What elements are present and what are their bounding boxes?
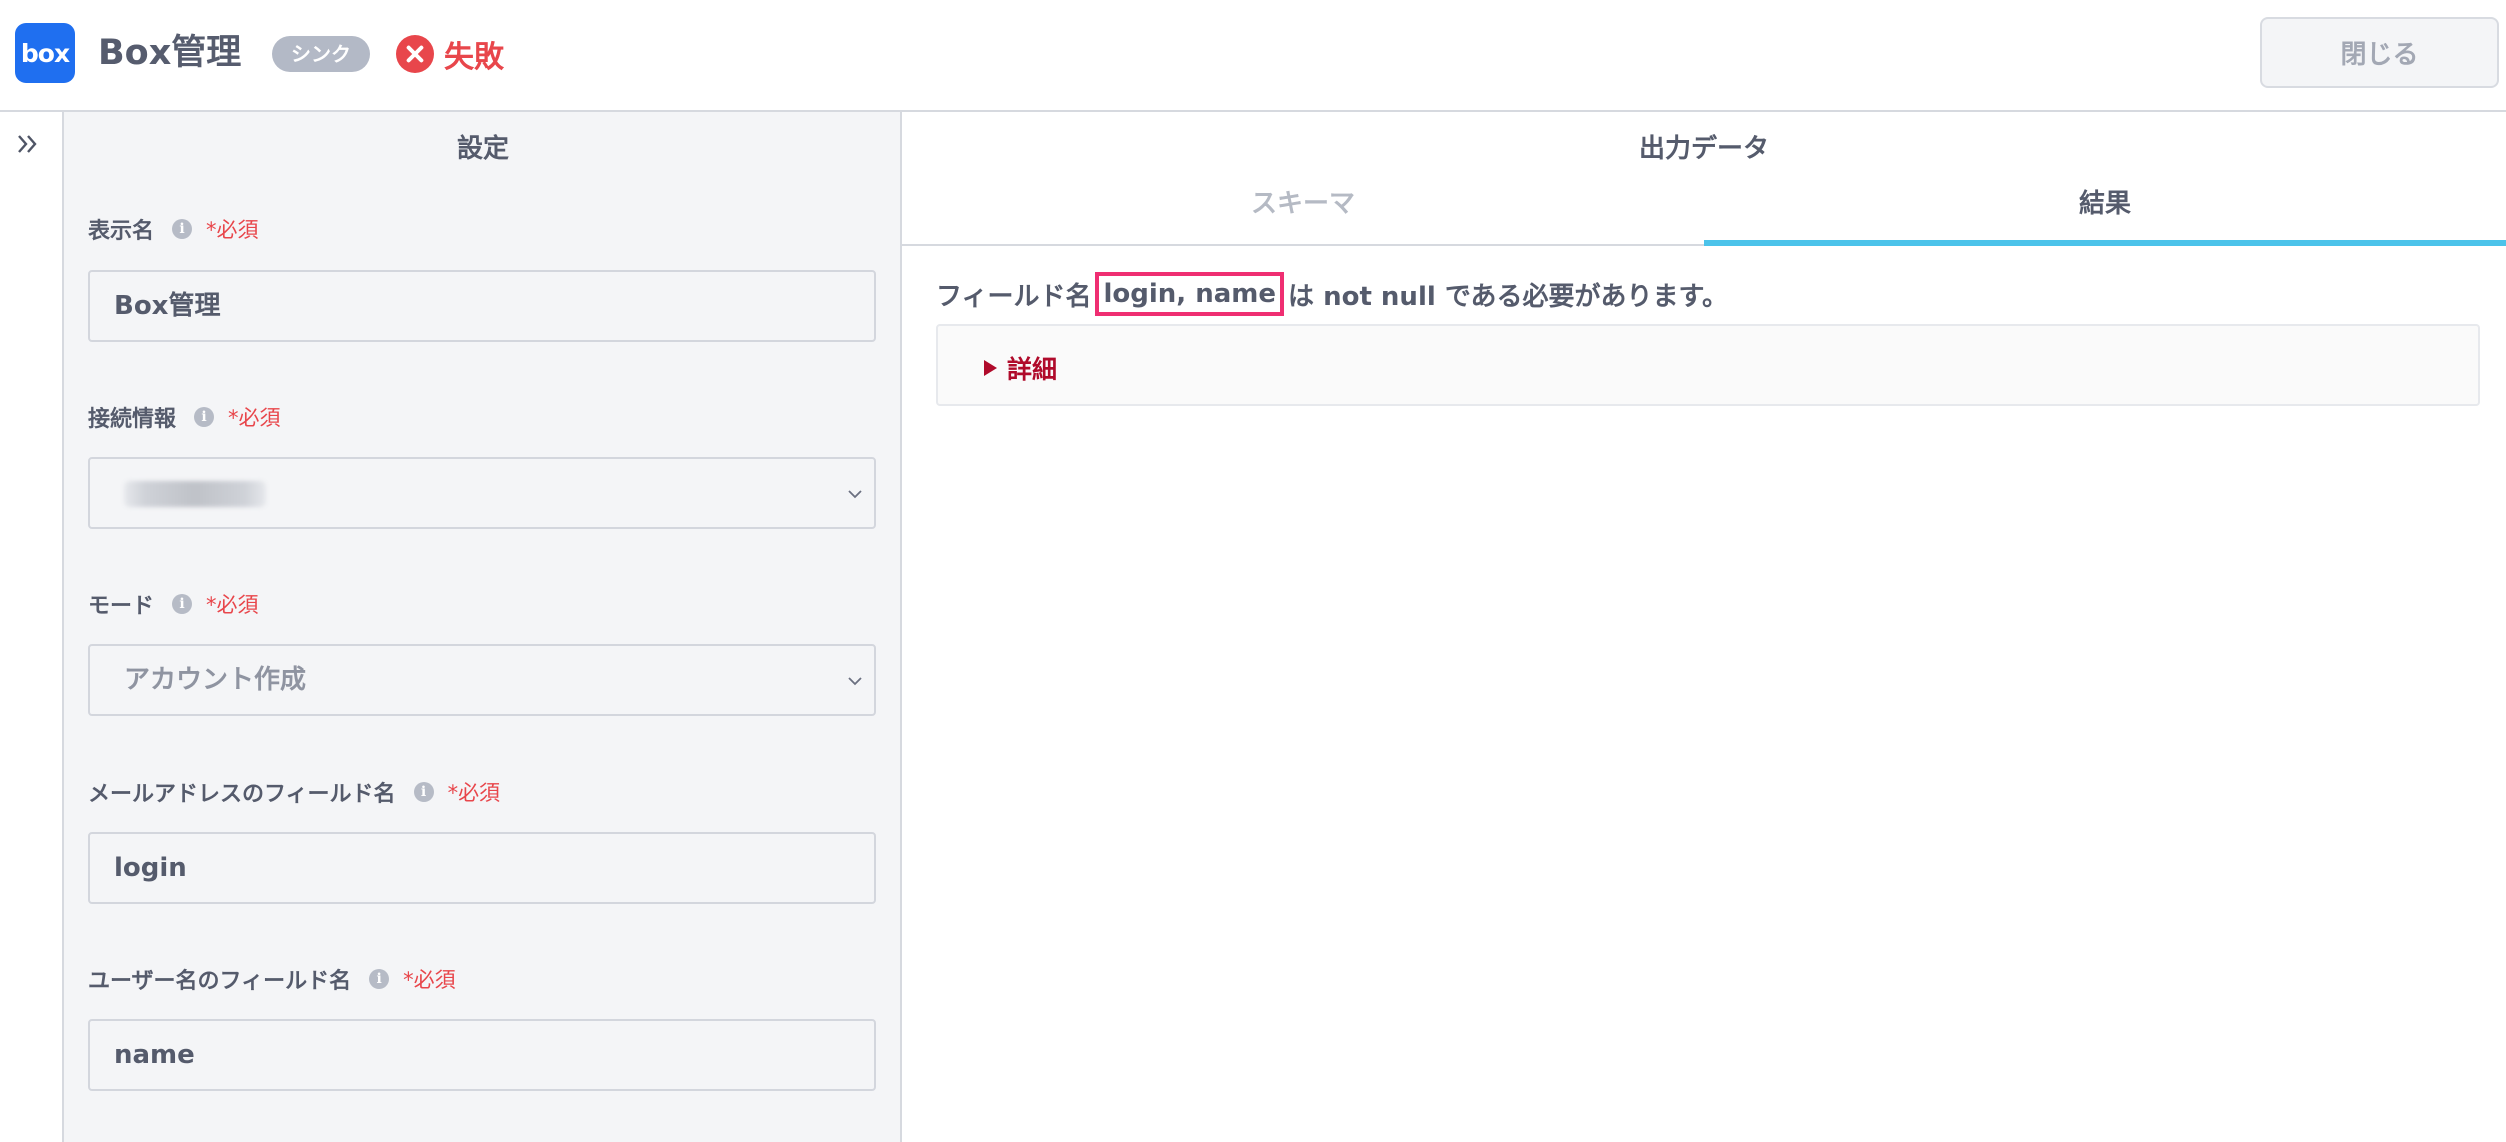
info-icon[interactable]: i — [172, 219, 193, 239]
output-panel: 出力データ スキーマ 結果 フィールド名 login, name は not n… — [902, 112, 2506, 1142]
required-marker: *必須 — [206, 218, 259, 242]
details-box: 詳細 — [936, 324, 2480, 406]
double-chevron-right-icon[interactable] — [14, 130, 42, 158]
field-label-text: 表示名 — [88, 219, 155, 244]
obscured-value — [124, 481, 266, 507]
mode-select[interactable]: アカウント作成 — [88, 644, 876, 716]
output-heading: 出力データ — [1638, 134, 1769, 164]
field-label-text: モード — [88, 594, 155, 619]
highlighted-fields: login, name — [1095, 272, 1285, 316]
username-field-name-label: ユーザー名のフィールド名 i *必須 — [88, 964, 456, 994]
required-marker: *必須 — [228, 406, 281, 430]
message-prefix: フィールド名 — [936, 281, 1092, 312]
display-name-input[interactable]: Box管理 — [88, 270, 876, 342]
info-icon[interactable]: i — [194, 407, 215, 427]
settings-heading: 設定 — [456, 134, 509, 164]
status-indicator: 失敗 — [396, 33, 504, 75]
required-marker: *必須 — [403, 968, 456, 992]
chevron-down-icon — [848, 490, 862, 499]
status-text: 失敗 — [444, 40, 504, 75]
box-logo: box — [15, 23, 75, 83]
tab-schema[interactable]: スキーマ — [902, 180, 1704, 246]
sync-badge: シンク — [272, 36, 370, 72]
page-title: Box管理 — [98, 33, 242, 73]
field-label-text: ユーザー名のフィールド名 — [88, 969, 352, 994]
display-name-label: 表示名 i *必須 — [88, 214, 259, 244]
info-icon[interactable]: i — [172, 594, 193, 614]
tab-result[interactable]: 結果 — [1704, 180, 2506, 246]
field-label-text: メールアドレスのフィールド名 — [88, 782, 396, 807]
email-field-name-input[interactable]: login — [88, 832, 876, 904]
details-label: 詳細 — [1007, 355, 1058, 384]
details-toggle[interactable]: 詳細 — [984, 350, 1057, 386]
output-tabs: スキーマ 結果 — [902, 180, 2506, 246]
error-message: フィールド名 login, name は not null である必要があります… — [936, 272, 1728, 316]
info-icon[interactable]: i — [413, 782, 434, 802]
mode-select-value: アカウント作成 — [124, 665, 307, 695]
email-field-name-label: メールアドレスのフィールド名 i *必須 — [88, 777, 500, 807]
chevron-down-icon — [848, 677, 862, 686]
info-icon[interactable]: i — [369, 969, 390, 989]
header: box Box管理 シンク 失敗 閉じる — [0, 0, 2506, 112]
settings-panel: 設定 表示名 i *必須 Box管理 接続情報 i *必須 モード i *必須 … — [64, 112, 902, 1142]
required-marker: *必須 — [447, 781, 501, 805]
triangle-right-icon — [984, 360, 997, 376]
close-button[interactable]: 閉じる — [2260, 17, 2499, 88]
connection-info-select[interactable] — [88, 457, 876, 529]
message-suffix: は not null である必要があります。 — [1288, 281, 1728, 312]
close-circle-icon — [396, 35, 434, 73]
username-field-name-input[interactable]: name — [88, 1019, 876, 1091]
mode-label: モード i *必須 — [88, 589, 259, 619]
collapse-rail — [0, 112, 64, 1142]
connection-info-label: 接続情報 i *必須 — [88, 402, 281, 432]
field-label-text: 接続情報 — [88, 407, 177, 432]
required-marker: *必須 — [206, 593, 259, 617]
